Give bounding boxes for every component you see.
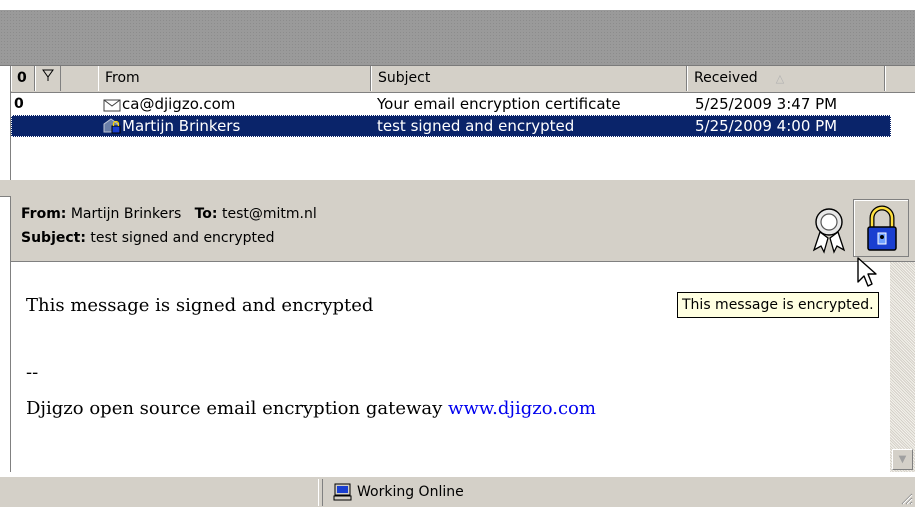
padlock-button[interactable]: [853, 199, 909, 257]
certificate-ribbon-icon[interactable]: [811, 206, 847, 254]
row-subject: Your email encryption certificate: [377, 95, 621, 113]
from-value: Martijn Brinkers: [70, 206, 182, 222]
window-top-edge: [0, 0, 915, 10]
row-subject: test signed and encrypted: [377, 117, 575, 135]
to-value: test@mitm.nl: [221, 206, 317, 222]
body-text-line: This message is signed and encrypted: [26, 295, 374, 316]
status-text: Working Online: [357, 484, 464, 500]
sort-descending-icon: △: [775, 72, 785, 85]
computer-icon: [333, 483, 352, 501]
received-column-header[interactable]: Received △: [687, 66, 885, 91]
status-pane-left: [0, 479, 319, 506]
paperclip-icon: 0: [14, 96, 24, 112]
signature-text: Djigzo open source email encryption gate…: [26, 398, 443, 419]
subject-column-header[interactable]: Subject: [371, 66, 687, 91]
flag-header-icon: [42, 69, 54, 81]
encrypted-message-icon: [103, 117, 121, 139]
preview-header: From: Martijn Brinkers To: test@mitm.nl …: [10, 196, 915, 262]
row-received: 5/25/2009 4:00 PM: [695, 117, 838, 135]
subject-value: test signed and encrypted: [90, 230, 275, 246]
subject-column-label: Subject: [378, 70, 431, 86]
preview-from-to-line: From: Martijn Brinkers To: test@mitm.nl: [21, 206, 317, 222]
encryption-tooltip: This message is encrypted.: [677, 292, 879, 318]
chevron-down-icon: ▼: [898, 454, 907, 465]
message-list-header: 0 From Subject Received △: [11, 66, 915, 93]
pane-splitter[interactable]: [0, 180, 915, 197]
preview-subject-line: Subject: test signed and encrypted: [21, 230, 275, 246]
row-from: Martijn Brinkers: [122, 117, 241, 135]
vertical-scrollbar[interactable]: ▼: [890, 262, 915, 472]
message-row[interactable]: 0 ca@djigzo.com Your email encryption ce…: [11, 93, 891, 115]
flag-column-header[interactable]: [35, 66, 61, 91]
toolbar-area: [0, 10, 915, 66]
resize-grip-icon[interactable]: [899, 491, 913, 505]
column-header-filler: [885, 66, 915, 91]
paperclip-header-icon: 0: [17, 70, 27, 86]
status-pane-online: Working Online: [322, 479, 915, 506]
signature-line: Djigzo open source email encryption gate…: [26, 398, 596, 419]
signature-link[interactable]: www.djigzo.com: [448, 398, 596, 419]
row-received: 5/25/2009 3:47 PM: [695, 95, 838, 113]
padlock-icon: [867, 205, 897, 251]
subject-label: Subject:: [21, 230, 86, 246]
from-label: From:: [21, 206, 67, 222]
message-row-selected[interactable]: Martijn Brinkers test signed and encrypt…: [11, 115, 891, 137]
scroll-down-button[interactable]: ▼: [892, 449, 913, 470]
received-column-label: Received: [694, 70, 758, 86]
attachment-column-header[interactable]: 0: [11, 66, 35, 91]
to-label: To:: [194, 206, 218, 222]
mouse-pointer-icon: [857, 257, 877, 287]
row-from: ca@djigzo.com: [122, 95, 236, 113]
message-list[interactable]: 0 From Subject Received △ 0 ca@djigzo.com: [10, 66, 915, 180]
signature-separator: --: [26, 362, 39, 383]
from-column-header[interactable]: From: [98, 66, 371, 91]
from-column-label: From: [105, 70, 140, 86]
status-bar: Working Online: [0, 476, 915, 507]
